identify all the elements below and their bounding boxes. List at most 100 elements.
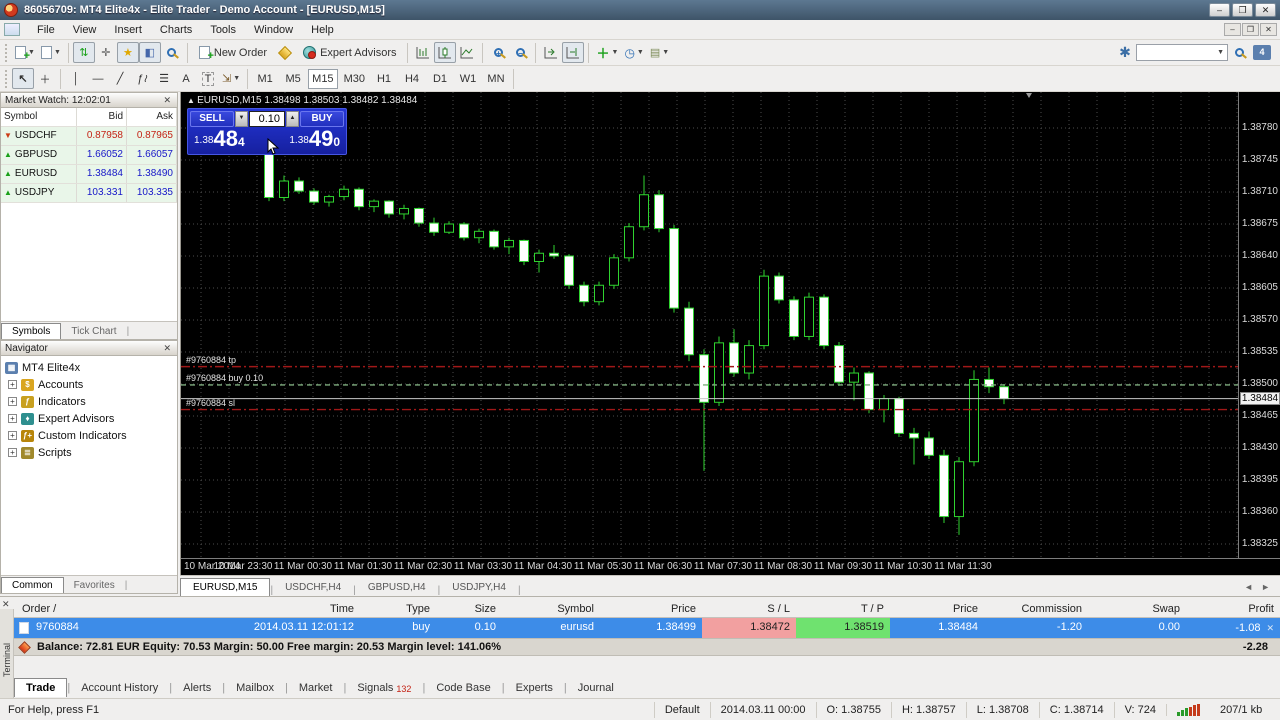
menu-file[interactable]: File	[28, 21, 64, 39]
close-button[interactable]: ✕	[1255, 3, 1276, 17]
line-chart-button[interactable]	[456, 42, 478, 63]
tab-symbols[interactable]: Symbols	[1, 323, 62, 339]
market-watch-toggle-button[interactable]: ⇅	[72, 42, 95, 63]
sell-button[interactable]: SELL	[190, 111, 234, 127]
indicators-button[interactable]: ＋ ▼	[593, 42, 621, 63]
tab-common[interactable]: Common	[1, 577, 64, 593]
terminal-tab-account-history[interactable]: Account History	[70, 679, 169, 697]
text-tool-button[interactable]: A	[175, 68, 197, 89]
settings-button[interactable]: ✱	[1114, 42, 1136, 63]
search-dropdown-icon[interactable]: ▼	[1214, 49, 1227, 56]
time-axis[interactable]: 10 Mar 2014 10 Mar 23:30 11 Mar 00:30 11 Ma…	[181, 558, 1280, 575]
navigator-item-scripts[interactable]: + ≣ Scripts	[5, 444, 177, 461]
maximize-button[interactable]: ❐	[1232, 3, 1253, 17]
cursor-tool-button[interactable]: ↖	[12, 68, 34, 89]
chart-tab-gbpusd-h4[interactable]: GBPUSD,H4	[356, 579, 438, 596]
label-tool-button[interactable]: T	[197, 68, 219, 89]
menu-window[interactable]: Window	[245, 21, 302, 39]
open-order-row[interactable]: 9760884 2014.03.11 12:01:12 buy 0.10 eurusd 1…	[14, 618, 1280, 638]
chart-tab-eurusd-m15[interactable]: EURUSD,M15	[180, 578, 271, 596]
column-header-sl[interactable]: S / L	[702, 601, 796, 617]
terminal-side-tab[interactable]: Terminal	[0, 609, 14, 698]
terminal-tab-trade[interactable]: Trade	[14, 678, 68, 697]
column-header-type[interactable]: Type	[360, 601, 436, 617]
timeframe-m30-button[interactable]: M30	[340, 69, 369, 89]
buy-price[interactable]: 1.38 49 0	[289, 128, 340, 150]
mdi-minimize-button[interactable]: –	[1224, 23, 1241, 36]
new-chart-button[interactable]: + ▼	[12, 42, 38, 63]
channel-button[interactable]: ☰	[153, 68, 175, 89]
terminal-tab-signals[interactable]: Signals 132	[346, 679, 422, 697]
expand-icon[interactable]: +	[8, 414, 17, 423]
zoom-in-button[interactable]: +	[487, 42, 509, 63]
chat-button[interactable]: 4	[1250, 42, 1274, 63]
market-watch-row[interactable]: ▲ GBPUSD 1.66052 1.66057	[1, 146, 177, 165]
expand-icon[interactable]: +	[8, 397, 17, 406]
navigator-root[interactable]: ▦ MT4 Elite4x	[5, 359, 177, 376]
timeframe-mn-button[interactable]: MN	[483, 69, 509, 89]
column-header-order[interactable]: Order /	[14, 601, 122, 617]
price-axis[interactable]: 1.38780 1.38745 1.38710 1.38675 1.38640 1.386…	[1238, 92, 1280, 558]
expert-advisors-button[interactable]: Expert Advisors	[296, 42, 403, 63]
candlestick-chart[interactable]	[181, 92, 1238, 558]
timeframe-w1-button[interactable]: W1	[455, 69, 481, 89]
navigator-item-accounts[interactable]: + $ Accounts	[5, 376, 177, 393]
templates-button[interactable]: ▤ ▼	[647, 42, 672, 63]
menu-charts[interactable]: Charts	[151, 21, 201, 39]
menu-insert[interactable]: Insert	[105, 21, 151, 39]
navigator-toggle-button[interactable]: ★	[116, 42, 139, 63]
buy-button[interactable]: BUY	[300, 111, 344, 127]
terminal-close-icon[interactable]: ✕	[2, 599, 10, 610]
market-watch-row[interactable]: ▼ USDCHF 0.87958 0.87965	[1, 127, 177, 146]
market-watch-column-headers[interactable]: Symbol Bid Ask	[1, 108, 177, 127]
terminal-tab-journal[interactable]: Journal	[567, 679, 625, 697]
column-header-price[interactable]: Price	[890, 601, 984, 617]
zoom-out-button[interactable]: −	[509, 42, 531, 63]
navigator-item-expert-advisors[interactable]: + ♦ Expert Advisors	[5, 410, 177, 427]
bar-chart-button[interactable]	[412, 42, 434, 63]
terminal-tab-mailbox[interactable]: Mailbox	[225, 679, 285, 697]
volume-up-stepper[interactable]: ▲	[286, 111, 299, 127]
crosshair-tool-button[interactable]: ＋	[34, 68, 56, 89]
column-header-time[interactable]: Time	[122, 601, 360, 617]
navigator-close-icon[interactable]: ✕	[161, 343, 173, 354]
sell-price[interactable]: 1.38 48 4	[194, 128, 245, 150]
column-header-profit[interactable]: Profit	[1186, 601, 1280, 617]
new-order-button[interactable]: + New Order	[192, 42, 274, 63]
volume-down-stepper[interactable]: ▼	[235, 111, 248, 127]
timeframe-m15-button[interactable]: M15	[308, 68, 338, 89]
tab-favorites[interactable]: Favorites	[64, 578, 125, 593]
profiles-button[interactable]: ▼	[38, 42, 64, 63]
expand-icon[interactable]: +	[8, 380, 17, 389]
timeframe-d1-button[interactable]: D1	[427, 69, 453, 89]
close-position-icon[interactable]: ✕	[1266, 619, 1274, 638]
strategy-tester-toggle-button[interactable]	[161, 42, 183, 63]
market-watch-close-icon[interactable]: ✕	[161, 95, 173, 106]
chart-shift-button[interactable]	[562, 42, 585, 63]
collapse-marker-icon[interactable]: ▲	[187, 96, 197, 105]
timeframe-h4-button[interactable]: H4	[399, 69, 425, 89]
column-header-swap[interactable]: Swap	[1088, 601, 1186, 617]
column-header-symbol[interactable]: Symbol	[502, 601, 600, 617]
mdi-close-button[interactable]: ✕	[1260, 23, 1277, 36]
periods-button[interactable]: ◷ ▼	[621, 42, 646, 63]
trade-line-label-tp[interactable]: #9760884 tp	[186, 355, 236, 365]
mdi-restore-button[interactable]: ❐	[1242, 23, 1259, 36]
tabs-scroll-left-icon[interactable]: ◄	[1244, 582, 1253, 592]
fibonacci-button[interactable]: ƒ≀	[131, 68, 153, 89]
trade-line-label-sl[interactable]: #9760884 sl	[186, 398, 235, 408]
terminal-toggle-button[interactable]: ◧	[138, 42, 161, 63]
menu-tools[interactable]: Tools	[201, 21, 245, 39]
menu-help[interactable]: Help	[302, 21, 343, 39]
terminal-tab-code-base[interactable]: Code Base	[425, 679, 501, 697]
tab-tick-chart[interactable]: Tick Chart	[61, 324, 126, 339]
column-header-size[interactable]: Size	[436, 601, 502, 617]
trade-line-label-buy[interactable]: #9760884 buy 0.10	[186, 373, 263, 383]
auto-scroll-button[interactable]	[540, 42, 562, 63]
navigator-item-custom-indicators[interactable]: + ƒ+ Custom Indicators	[5, 427, 177, 444]
column-header-tp[interactable]: T / P	[796, 601, 890, 617]
column-header-commission[interactable]: Commission	[984, 601, 1088, 617]
timeframe-m1-button[interactable]: M1	[252, 69, 278, 89]
expand-icon[interactable]: +	[8, 448, 17, 457]
volume-input[interactable]: 0.10	[249, 111, 285, 127]
